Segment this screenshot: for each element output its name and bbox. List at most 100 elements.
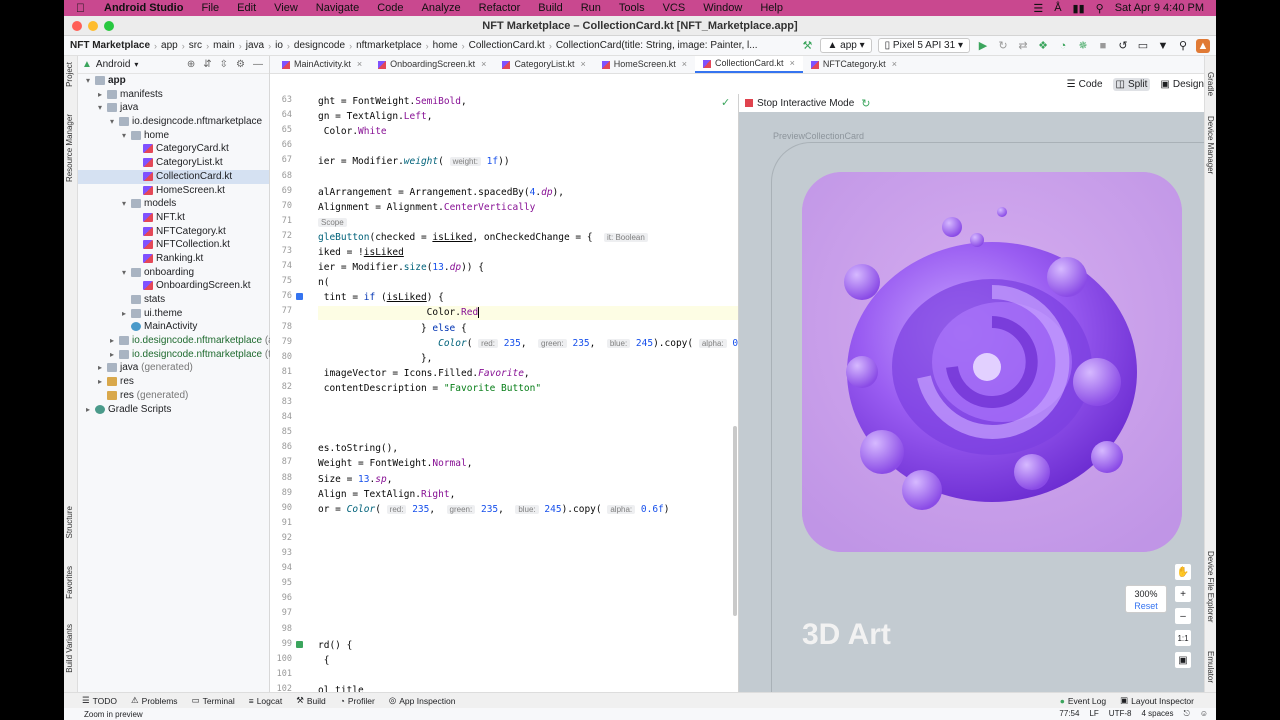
tool-button-profiler[interactable]: ◔ Profiler — [340, 695, 375, 706]
stop-icon[interactable] — [745, 99, 753, 107]
caret-position[interactable]: 77:54 — [1059, 709, 1079, 719]
tool-window-resource-manager[interactable]: Resource Manager — [65, 114, 74, 182]
tree-item[interactable]: ▸ io.designcode.nftmarketplace (a — [78, 334, 274, 348]
tool-window-project[interactable]: Project — [65, 62, 74, 87]
chevron-right-icon[interactable]: ▸ — [120, 307, 128, 321]
code-line[interactable] — [318, 412, 738, 426]
device-manager-icon[interactable]: ▭ — [1136, 39, 1150, 53]
chevron-right-icon[interactable]: ▸ — [84, 403, 92, 417]
breadcrumb-item[interactable]: NFT Marketplace — [64, 40, 154, 51]
code-line[interactable] — [318, 593, 738, 607]
zoom-to-fit-icon[interactable]: ▣ — [1175, 652, 1191, 668]
updates-icon[interactable]: ▲ — [1196, 38, 1210, 53]
chevron-right-icon[interactable]: ▸ — [96, 88, 104, 102]
code-line[interactable]: { — [318, 654, 738, 668]
breadcrumb-item[interactable]: home — [429, 40, 462, 51]
editor-scrollbar[interactable] — [733, 426, 737, 616]
code-line[interactable]: Color.Red — [318, 306, 738, 321]
menu-item-analyze[interactable]: Analyze — [413, 2, 470, 14]
code-line[interactable]: Color( red: 235, green: 235, blue: 245).… — [318, 337, 738, 351]
zoom-in-icon[interactable]: + — [1175, 586, 1191, 602]
tool-window-emulator[interactable]: Emulator — [1206, 651, 1215, 683]
menu-item-navigate[interactable]: Navigate — [307, 2, 368, 14]
code-line[interactable]: Weight = FontWeight.Normal, — [318, 457, 738, 471]
line-separator[interactable]: LF — [1089, 709, 1098, 719]
debug-icon[interactable]: ❖ — [1036, 39, 1050, 53]
breadcrumb-item[interactable]: io — [271, 40, 287, 51]
gear-icon[interactable]: ⚙ — [236, 59, 245, 70]
minimize-window-button[interactable] — [88, 21, 98, 31]
tree-item[interactable]: NFTCategory.kt — [78, 225, 269, 239]
stop-icon[interactable]: ■ — [1096, 39, 1110, 53]
event-log-button[interactable]: ● Event Log — [1060, 695, 1106, 706]
tree-item[interactable]: Ranking.kt — [78, 252, 269, 266]
tool-button-build[interactable]: ⚒ Build — [296, 695, 326, 706]
code-line[interactable] — [318, 171, 738, 185]
code-line[interactable]: imageVector = Icons.Filled.Favorite, — [318, 367, 738, 381]
code-line[interactable]: ght = FontWeight.SemiBold, — [318, 95, 738, 109]
chevron-down-icon[interactable]: ▾ — [84, 74, 92, 88]
tree-item[interactable]: ▾ io.designcode.nftmarketplace — [78, 115, 269, 129]
menu-item-build[interactable]: Build — [529, 2, 571, 14]
code-editor[interactable]: ght = FontWeight.SemiBold, gn = TextAlign… — [318, 94, 738, 692]
menu-item-help[interactable]: Help — [751, 2, 792, 14]
menu-item-vcs[interactable]: VCS — [654, 2, 695, 14]
clock-label[interactable]: Sat Apr 9 4:40 PM — [1115, 2, 1204, 14]
code-line[interactable]: or = Color( red: 235, green: 235, blue: … — [318, 503, 738, 517]
tool-window-device-manager[interactable]: Device Manager — [1206, 116, 1215, 174]
locate-icon[interactable]: ⊕ — [187, 59, 195, 70]
code-line[interactable]: Align = TextAlign.Right, — [318, 488, 738, 502]
code-line[interactable] — [318, 397, 738, 411]
tree-item[interactable]: ▸ io.designcode.nftmarketplace (t — [78, 348, 271, 362]
code-line[interactable] — [318, 578, 738, 592]
gutter-marker-icon[interactable] — [296, 640, 303, 648]
collapse-all-icon[interactable]: ⇳ — [220, 59, 228, 70]
code-line[interactable] — [318, 563, 738, 577]
tree-item[interactable]: ▾ onboarding — [78, 266, 269, 280]
tree-item[interactable]: MainActivity — [78, 320, 269, 334]
hammer-icon[interactable]: ⚒ — [800, 39, 814, 53]
tool-window-favorites[interactable]: Favorites — [65, 566, 74, 599]
code-line[interactable]: iked = !isLiked — [318, 246, 738, 260]
code-line[interactable]: ol title — [318, 684, 738, 692]
close-icon[interactable]: × — [790, 55, 795, 72]
breadcrumb-item[interactable]: CollectionCard(title: String, image: Pai… — [552, 40, 762, 51]
code-line[interactable] — [318, 140, 738, 154]
refresh-icon[interactable]: ↻ — [861, 97, 870, 110]
chevron-down-icon[interactable]: ▾ — [120, 266, 128, 280]
code-line[interactable]: Scope — [318, 216, 738, 230]
code-line[interactable]: n( — [318, 276, 738, 290]
tree-item[interactable]: ▾ app — [78, 74, 269, 88]
project-view-selector[interactable]: Android — [96, 59, 130, 70]
code-line[interactable] — [318, 548, 738, 562]
tree-item[interactable]: ▸ ui.theme — [78, 307, 269, 321]
rerun-icon[interactable]: ↻ — [996, 39, 1010, 53]
tool-window-build-variants[interactable]: Build Variants — [65, 624, 74, 673]
search-icon[interactable]: ⚲ — [1096, 2, 1104, 15]
gutter-marker-icon[interactable] — [296, 293, 303, 301]
code-line[interactable]: alArrangement = Arrangement.spacedBy(4.d… — [318, 186, 738, 200]
sdk-manager-icon[interactable]: ▼ — [1156, 39, 1170, 53]
tree-item[interactable]: stats — [78, 293, 269, 307]
code-line[interactable]: }, — [318, 352, 738, 366]
code-line[interactable]: rd() { — [318, 639, 738, 653]
editor-tab[interactable]: CategoryList.kt × — [494, 56, 593, 73]
close-window-button[interactable] — [72, 21, 82, 31]
tree-item[interactable]: ▸ manifests — [78, 88, 269, 102]
code-line[interactable]: ier = Modifier.size(13.dp)) { — [318, 261, 738, 275]
chevron-down-icon[interactable]: ▾ — [96, 101, 104, 115]
code-line[interactable]: tint = if (isLiked) { — [318, 291, 738, 305]
code-line[interactable]: Size = 13.sp, — [318, 473, 738, 487]
chevron-right-icon[interactable]: ▸ — [96, 375, 104, 389]
code-line[interactable] — [318, 608, 738, 622]
breadcrumb-item[interactable]: java — [242, 40, 268, 51]
code-line[interactable]: Color.White — [318, 125, 738, 139]
breadcrumb-item[interactable]: designcode — [290, 40, 349, 51]
profile-icon[interactable]: ◔ — [1056, 39, 1070, 53]
wifi-icon[interactable]: ☰ — [1033, 2, 1043, 15]
breadcrumb-item[interactable]: app — [157, 40, 182, 51]
indent-setting[interactable]: 4 spaces — [1141, 709, 1173, 719]
sync-icon[interactable]: ↺ — [1116, 39, 1130, 53]
tree-item[interactable]: NFT.kt — [78, 211, 269, 225]
chevron-down-icon[interactable]: ▾ — [134, 60, 138, 69]
